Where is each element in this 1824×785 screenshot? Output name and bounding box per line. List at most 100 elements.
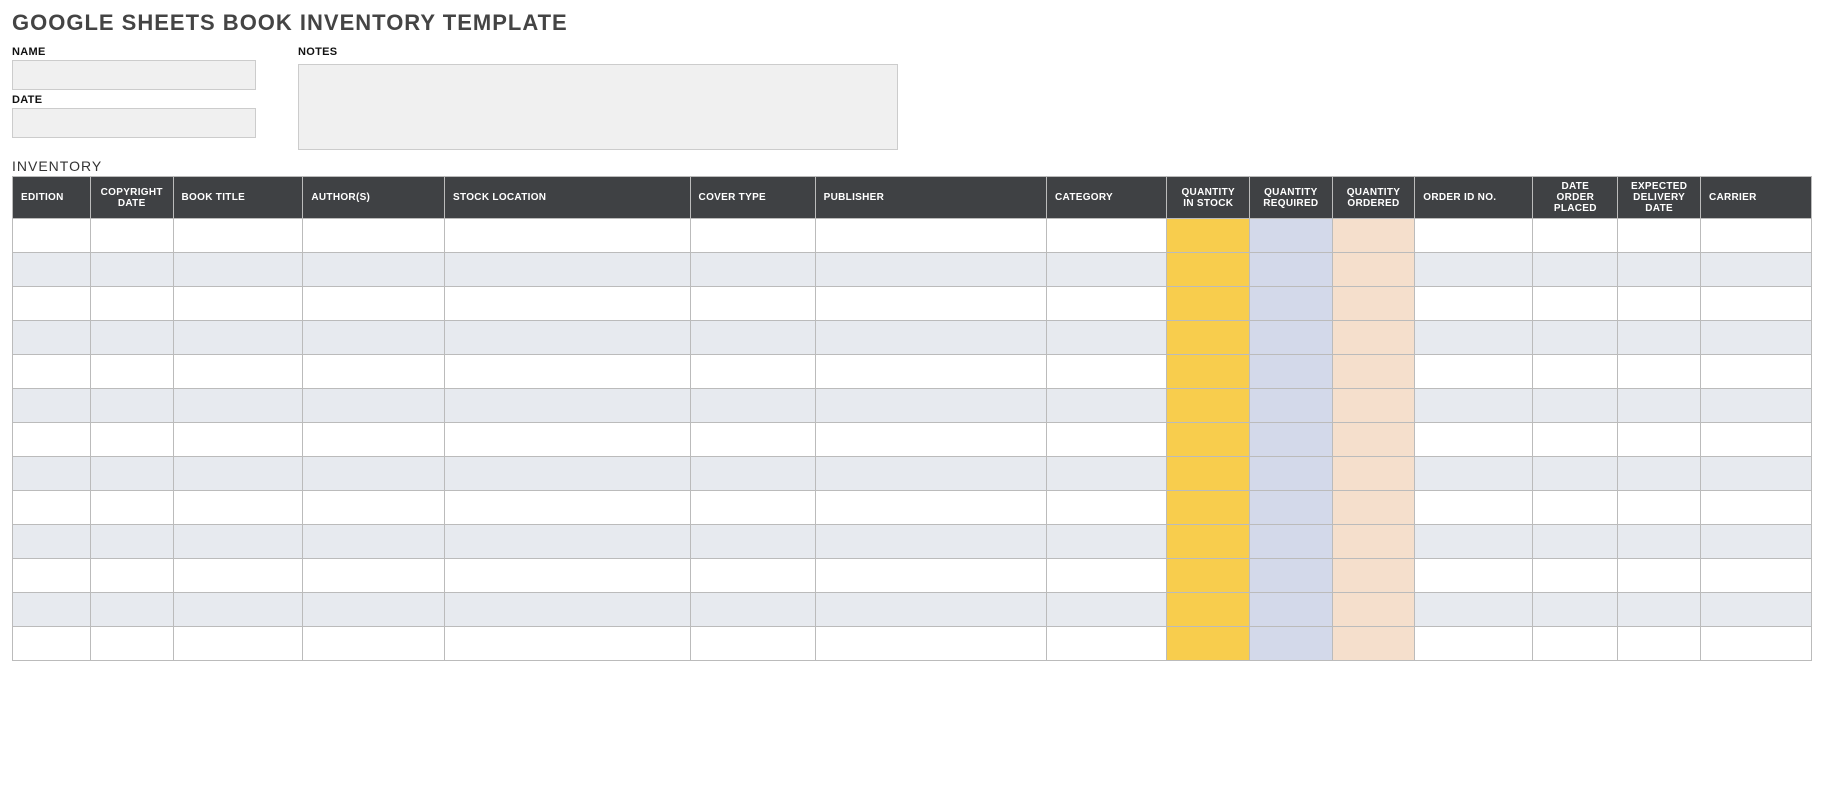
cell[interactable] xyxy=(690,559,815,593)
cell[interactable] xyxy=(90,355,173,389)
cell[interactable] xyxy=(90,525,173,559)
cell[interactable] xyxy=(815,525,1046,559)
name-input[interactable] xyxy=(12,60,256,90)
cell[interactable] xyxy=(13,627,91,661)
cell[interactable] xyxy=(445,593,691,627)
cell[interactable] xyxy=(1415,355,1533,389)
cell[interactable] xyxy=(1167,457,1250,491)
cell[interactable] xyxy=(815,627,1046,661)
cell[interactable] xyxy=(690,287,815,321)
cell[interactable] xyxy=(1700,457,1811,491)
cell[interactable] xyxy=(1332,355,1415,389)
cell[interactable] xyxy=(815,253,1046,287)
cell[interactable] xyxy=(13,253,91,287)
cell[interactable] xyxy=(1700,559,1811,593)
cell[interactable] xyxy=(1047,525,1167,559)
cell[interactable] xyxy=(303,423,445,457)
cell[interactable] xyxy=(303,627,445,661)
cell[interactable] xyxy=(445,355,691,389)
cell[interactable] xyxy=(1047,423,1167,457)
cell[interactable] xyxy=(1250,389,1333,423)
cell[interactable] xyxy=(815,355,1046,389)
cell[interactable] xyxy=(1047,457,1167,491)
cell[interactable] xyxy=(1332,219,1415,253)
cell[interactable] xyxy=(1618,627,1701,661)
cell[interactable] xyxy=(1047,491,1167,525)
cell[interactable] xyxy=(1700,321,1811,355)
cell[interactable] xyxy=(13,559,91,593)
cell[interactable] xyxy=(690,423,815,457)
cell[interactable] xyxy=(1415,389,1533,423)
cell[interactable] xyxy=(690,355,815,389)
cell[interactable] xyxy=(690,457,815,491)
cell[interactable] xyxy=(690,627,815,661)
cell[interactable] xyxy=(1167,423,1250,457)
cell[interactable] xyxy=(1415,525,1533,559)
cell[interactable] xyxy=(1250,219,1333,253)
cell[interactable] xyxy=(1167,491,1250,525)
cell[interactable] xyxy=(815,593,1046,627)
cell[interactable] xyxy=(690,491,815,525)
cell[interactable] xyxy=(173,389,303,423)
cell[interactable] xyxy=(173,627,303,661)
cell[interactable] xyxy=(690,321,815,355)
cell[interactable] xyxy=(1700,423,1811,457)
cell[interactable] xyxy=(1415,491,1533,525)
cell[interactable] xyxy=(1167,525,1250,559)
cell[interactable] xyxy=(1700,593,1811,627)
cell[interactable] xyxy=(1415,559,1533,593)
cell[interactable] xyxy=(173,287,303,321)
cell[interactable] xyxy=(173,593,303,627)
cell[interactable] xyxy=(1533,219,1618,253)
cell[interactable] xyxy=(1332,389,1415,423)
cell[interactable] xyxy=(303,355,445,389)
cell[interactable] xyxy=(1415,321,1533,355)
cell[interactable] xyxy=(1167,253,1250,287)
cell[interactable] xyxy=(173,423,303,457)
cell[interactable] xyxy=(303,593,445,627)
cell[interactable] xyxy=(815,559,1046,593)
cell[interactable] xyxy=(1618,593,1701,627)
cell[interactable] xyxy=(303,457,445,491)
cell[interactable] xyxy=(445,457,691,491)
cell[interactable] xyxy=(1047,627,1167,661)
cell[interactable] xyxy=(690,389,815,423)
cell[interactable] xyxy=(1250,593,1333,627)
cell[interactable] xyxy=(1250,491,1333,525)
cell[interactable] xyxy=(1047,287,1167,321)
cell[interactable] xyxy=(13,457,91,491)
cell[interactable] xyxy=(1415,593,1533,627)
cell[interactable] xyxy=(1533,525,1618,559)
cell[interactable] xyxy=(1415,253,1533,287)
cell[interactable] xyxy=(303,525,445,559)
cell[interactable] xyxy=(1167,287,1250,321)
cell[interactable] xyxy=(13,525,91,559)
cell[interactable] xyxy=(303,389,445,423)
cell[interactable] xyxy=(1415,457,1533,491)
cell[interactable] xyxy=(1332,253,1415,287)
cell[interactable] xyxy=(90,457,173,491)
cell[interactable] xyxy=(815,491,1046,525)
date-input[interactable] xyxy=(12,108,256,138)
cell[interactable] xyxy=(13,287,91,321)
cell[interactable] xyxy=(90,219,173,253)
cell[interactable] xyxy=(1700,219,1811,253)
cell[interactable] xyxy=(445,559,691,593)
cell[interactable] xyxy=(13,389,91,423)
cell[interactable] xyxy=(445,389,691,423)
cell[interactable] xyxy=(1250,321,1333,355)
cell[interactable] xyxy=(1533,457,1618,491)
cell[interactable] xyxy=(1047,321,1167,355)
cell[interactable] xyxy=(1047,389,1167,423)
cell[interactable] xyxy=(815,423,1046,457)
cell[interactable] xyxy=(1250,559,1333,593)
cell[interactable] xyxy=(1250,423,1333,457)
cell[interactable] xyxy=(445,423,691,457)
cell[interactable] xyxy=(1332,287,1415,321)
cell[interactable] xyxy=(445,253,691,287)
cell[interactable] xyxy=(1533,491,1618,525)
cell[interactable] xyxy=(1533,389,1618,423)
cell[interactable] xyxy=(1618,287,1701,321)
cell[interactable] xyxy=(1167,355,1250,389)
cell[interactable] xyxy=(690,219,815,253)
